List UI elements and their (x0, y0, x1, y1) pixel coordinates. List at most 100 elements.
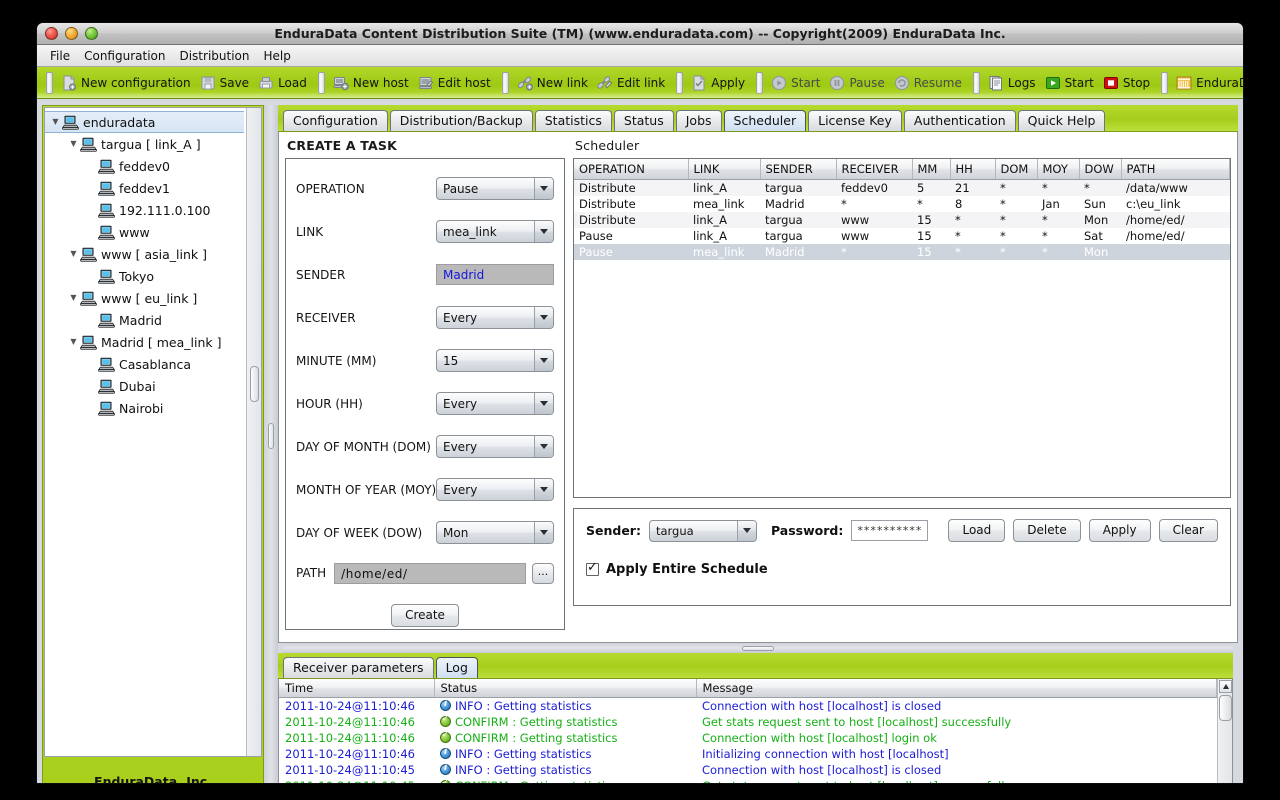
tree-node[interactable]: Madrid (45, 309, 246, 331)
menu-help[interactable]: Help (257, 47, 298, 65)
log-column-header[interactable]: Status (434, 679, 697, 698)
path-input[interactable]: /home/ed/ (334, 562, 526, 584)
toolbar-stop-button[interactable]: Stop (1100, 73, 1156, 93)
tree-node[interactable]: ▼ enduradata (45, 111, 244, 133)
scheduler-row[interactable]: Distribute link_A targua feddev0 5 21 * * */data… (574, 179, 1230, 196)
log-row[interactable]: 2011-10-24@11:10:46 INFO : Getting statis… (279, 746, 1217, 762)
tree-vertical-scrollbar[interactable] (246, 108, 261, 756)
expand-collapse-triangle-icon[interactable]: ▼ (67, 338, 80, 346)
scheduler-column-header[interactable]: MOY (1037, 159, 1080, 180)
hour-hh-select[interactable]: Every (436, 392, 554, 415)
menu-distribution[interactable]: Distribution (172, 47, 256, 65)
log-column-header[interactable]: Time (279, 679, 435, 698)
toolbar-grip[interactable] (972, 71, 980, 94)
delete-schedule-button[interactable]: Delete (1013, 519, 1081, 542)
tab-quick-help[interactable]: Quick Help (1017, 110, 1106, 131)
toolbar-pause-button[interactable]: Pause (826, 73, 890, 93)
log-row[interactable]: 2011-10-24@11:10:45 INFO : Getting statis… (279, 762, 1217, 778)
day-of-month-dom-select[interactable]: Every (436, 435, 554, 458)
bottom-tab-receiver-parameters[interactable]: Receiver parameters (283, 657, 434, 678)
horizontal-splitter[interactable] (283, 643, 1233, 653)
log-scrollbar-thumb[interactable] (1219, 695, 1232, 721)
tree-node[interactable]: ▼ www [ eu_link ] (45, 287, 246, 309)
clear-schedule-button[interactable]: Clear (1158, 519, 1218, 542)
toolbar-grip[interactable] (1161, 71, 1169, 94)
toolbar-grip[interactable] (317, 71, 325, 94)
toolbar-resume-button[interactable]: Resume (891, 73, 968, 93)
tree-node[interactable]: www (45, 221, 246, 243)
tab-license-key[interactable]: License Key (808, 110, 902, 131)
toolbar-logs-button[interactable]: Logs (985, 73, 1042, 93)
create-task-button[interactable]: Create (391, 604, 459, 627)
scheduler-column-header[interactable]: OPERATION (574, 159, 689, 180)
scheduler-column-header[interactable]: DOM (995, 159, 1038, 180)
tree-node[interactable]: feddev1 (45, 177, 246, 199)
scheduler-row[interactable]: Pause mea_link Madrid * 15 * * * Mon (574, 244, 1230, 260)
toolbar-edit-host-button[interactable]: Edit host (415, 73, 497, 93)
month-of-year-moy-select[interactable]: Every (436, 478, 555, 501)
scheduler-column-header[interactable]: HH (950, 159, 996, 180)
bottom-tab-log[interactable]: Log (435, 657, 478, 678)
tab-authentication[interactable]: Authentication (903, 110, 1016, 131)
scheduler-row[interactable]: Distribute mea_link Madrid * * 8 * Jan Sun c:\eu_… (574, 196, 1230, 212)
day-of-week-dow-select[interactable]: Mon (436, 521, 554, 544)
scheduler-column-header[interactable]: LINK (688, 159, 761, 180)
tab-jobs[interactable]: Jobs (675, 110, 722, 131)
menu-configuration[interactable]: Configuration (77, 47, 172, 65)
tree-node[interactable]: ▼ www [ asia_link ] (45, 243, 246, 265)
sender-select[interactable]: targua (648, 519, 757, 542)
scheduler-column-header[interactable]: PATH (1121, 159, 1230, 180)
tree-node[interactable]: ▼ Madrid [ mea_link ] (45, 331, 246, 353)
horizontal-splitter-grip[interactable] (742, 646, 774, 651)
toolbar-load-button[interactable]: Load (255, 73, 313, 93)
tree-node[interactable]: 192.111.0.100 (45, 199, 246, 221)
expand-collapse-triangle-icon[interactable]: ▼ (67, 294, 80, 302)
log-row[interactable]: 2011-10-24@11:10:46 CONFIRM : Getting sta… (279, 730, 1217, 746)
toolbar-new-host-button[interactable]: New host (330, 73, 415, 93)
browse-path-button[interactable]: ... (532, 562, 554, 584)
menu-file[interactable]: File (43, 47, 77, 65)
scheduler-column-header[interactable]: DOW (1079, 159, 1122, 180)
link-select[interactable]: mea_link (436, 220, 554, 243)
toolbar-grip[interactable] (676, 71, 684, 94)
scheduler-column-header[interactable]: RECEIVER (836, 159, 913, 180)
toolbar-grip[interactable] (501, 71, 509, 94)
minute-mm-select[interactable]: 15 (436, 349, 554, 372)
close-button[interactable] (45, 27, 58, 40)
tree-node[interactable]: feddev0 (45, 155, 246, 177)
scroll-up-arrow-icon[interactable] (1219, 680, 1232, 693)
toolbar-grip[interactable] (46, 71, 53, 94)
tree-node[interactable]: Tokyo (45, 265, 246, 287)
toolbar-apply-button[interactable]: Apply (688, 73, 751, 93)
tab-statistics[interactable]: Statistics (534, 110, 612, 131)
vertical-splitter-grip[interactable] (268, 423, 274, 449)
scheduler-column-header[interactable]: MM (912, 159, 951, 180)
maximize-button[interactable] (85, 27, 98, 40)
minimize-button[interactable] (65, 27, 78, 40)
host-tree[interactable]: ▼ enduradata ▼ targua [ link_A ] feddev0 fedd… (45, 108, 246, 756)
toolbar-new-link-button[interactable]: New link (514, 73, 594, 93)
toolbar-grip[interactable] (756, 71, 764, 94)
tree-node[interactable]: Nairobi (45, 397, 246, 419)
tree-node[interactable]: Casablanca (45, 353, 246, 375)
scheduler-row[interactable]: Distribute link_A targua www 15 * * * Mon/home/e… (574, 212, 1230, 228)
tab-status[interactable]: Status (613, 110, 674, 131)
toolbar-start-service-button[interactable]: Start (1042, 73, 1100, 93)
log-row[interactable]: 2011-10-24@11:10:46 CONFIRM : Getting sta… (279, 714, 1217, 730)
toolbar-new-configuration-button[interactable]: New configuration (58, 73, 197, 93)
scheduler-table-container[interactable]: OPERATION LINK SENDER RECEIVER MM HH DOM MOY DOW… (573, 158, 1231, 498)
scheduler-row[interactable]: Pause link_A targua www 15 * * * Sat/home/ed/ (574, 228, 1230, 244)
apply-entire-schedule-checkbox[interactable] (586, 561, 599, 576)
tab-configuration[interactable]: Configuration (283, 110, 388, 131)
apply-schedule-button[interactable]: Apply (1088, 519, 1151, 542)
operation-select[interactable]: Pause (436, 177, 554, 200)
toolbar-edit-link-button[interactable]: Edit link (594, 73, 671, 93)
tree-node[interactable]: ▼ targua [ link_A ] (45, 133, 246, 155)
apply-entire-schedule-row[interactable]: Apply Entire Schedule (586, 561, 1218, 577)
tree-scrollbar-thumb[interactable] (250, 366, 259, 402)
load-schedule-button[interactable]: Load (948, 519, 1006, 542)
scheduler-column-header[interactable]: SENDER (760, 159, 837, 180)
log-vertical-scrollbar[interactable] (1217, 679, 1232, 783)
password-input[interactable]: ********** (851, 520, 928, 541)
log-row[interactable]: 2011-10-24@11:10:46 INFO : Getting statis… (279, 698, 1217, 714)
